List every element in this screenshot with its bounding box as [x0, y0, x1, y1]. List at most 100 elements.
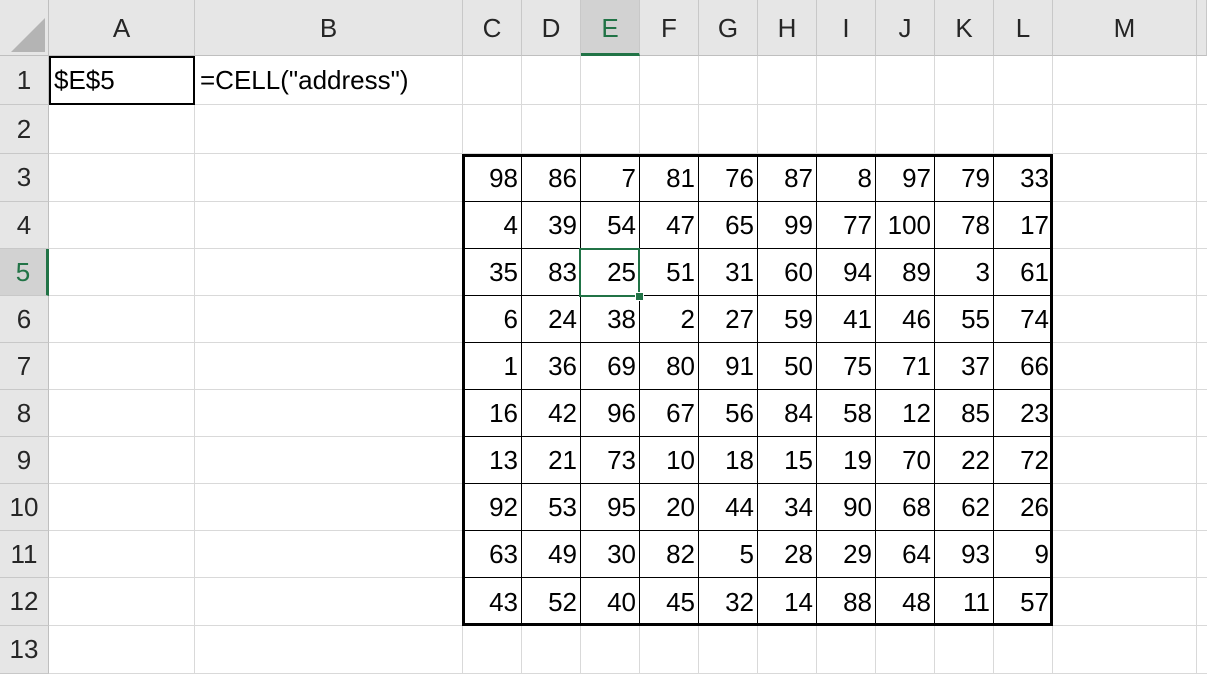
- cell-c5[interactable]: 35: [463, 249, 522, 296]
- cell-g12[interactable]: 32: [699, 578, 758, 626]
- cell-i4[interactable]: 77: [817, 202, 876, 249]
- column-header-b[interactable]: B: [195, 0, 463, 56]
- cell-g9[interactable]: 18: [699, 437, 758, 484]
- cell-e4[interactable]: 54: [581, 202, 640, 249]
- column-header-d[interactable]: D: [522, 0, 581, 56]
- column-header-j[interactable]: J: [876, 0, 935, 56]
- row-header-1[interactable]: 1: [0, 56, 49, 105]
- cell-j11[interactable]: 64: [876, 531, 935, 578]
- cell-e10[interactable]: 95: [581, 484, 640, 531]
- cell-i10[interactable]: 90: [817, 484, 876, 531]
- cell-l5[interactable]: 61: [994, 249, 1053, 296]
- cell-i12[interactable]: 88: [817, 578, 876, 626]
- cell-c7[interactable]: 1: [463, 343, 522, 390]
- cell-l9[interactable]: 72: [994, 437, 1053, 484]
- cell-i9[interactable]: 19: [817, 437, 876, 484]
- column-header-h[interactable]: H: [758, 0, 817, 56]
- cell-d4[interactable]: 39: [522, 202, 581, 249]
- cell-k3[interactable]: 79: [935, 154, 994, 202]
- cell-g5[interactable]: 31: [699, 249, 758, 296]
- cell-i8[interactable]: 58: [817, 390, 876, 437]
- cell-d5[interactable]: 83: [522, 249, 581, 296]
- column-header-f[interactable]: F: [640, 0, 699, 56]
- cell-i3[interactable]: 8: [817, 154, 876, 202]
- cell-c4[interactable]: 4: [463, 202, 522, 249]
- cell-k6[interactable]: 55: [935, 296, 994, 343]
- column-header-g[interactable]: G: [699, 0, 758, 56]
- cell-l7[interactable]: 66: [994, 343, 1053, 390]
- cell-c3[interactable]: 98: [463, 154, 522, 202]
- cell-c12[interactable]: 43: [463, 578, 522, 626]
- cell-f11[interactable]: 82: [640, 531, 699, 578]
- select-all-button[interactable]: [0, 0, 49, 56]
- cell-c8[interactable]: 16: [463, 390, 522, 437]
- cell-h3[interactable]: 87: [758, 154, 817, 202]
- cell-e5[interactable]: 25: [581, 249, 640, 296]
- cell-e6[interactable]: 38: [581, 296, 640, 343]
- cell-h8[interactable]: 84: [758, 390, 817, 437]
- cell-d12[interactable]: 52: [522, 578, 581, 626]
- cell-a1[interactable]: $E$5: [49, 56, 195, 105]
- cell-j6[interactable]: 46: [876, 296, 935, 343]
- cell-k11[interactable]: 93: [935, 531, 994, 578]
- row-header-12[interactable]: 12: [0, 578, 49, 626]
- cell-f3[interactable]: 81: [640, 154, 699, 202]
- cell-l3[interactable]: 33: [994, 154, 1053, 202]
- row-header-4[interactable]: 4: [0, 202, 49, 249]
- cell-e3[interactable]: 7: [581, 154, 640, 202]
- cell-c6[interactable]: 6: [463, 296, 522, 343]
- cell-j10[interactable]: 68: [876, 484, 935, 531]
- cell-e11[interactable]: 30: [581, 531, 640, 578]
- cell-c10[interactable]: 92: [463, 484, 522, 531]
- cell-l11[interactable]: 9: [994, 531, 1053, 578]
- cell-g8[interactable]: 56: [699, 390, 758, 437]
- cell-k4[interactable]: 78: [935, 202, 994, 249]
- column-header-k[interactable]: K: [935, 0, 994, 56]
- cell-f5[interactable]: 51: [640, 249, 699, 296]
- cell-b1[interactable]: =CELL("address"): [195, 56, 463, 105]
- cell-l6[interactable]: 74: [994, 296, 1053, 343]
- cell-j8[interactable]: 12: [876, 390, 935, 437]
- column-header-i[interactable]: I: [817, 0, 876, 56]
- cell-f12[interactable]: 45: [640, 578, 699, 626]
- cell-f4[interactable]: 47: [640, 202, 699, 249]
- column-header-m[interactable]: M: [1053, 0, 1197, 56]
- row-header-2[interactable]: 2: [0, 105, 49, 154]
- column-header-c[interactable]: C: [463, 0, 522, 56]
- cell-j9[interactable]: 70: [876, 437, 935, 484]
- cell-e9[interactable]: 73: [581, 437, 640, 484]
- cell-i6[interactable]: 41: [817, 296, 876, 343]
- cell-g10[interactable]: 44: [699, 484, 758, 531]
- cell-h4[interactable]: 99: [758, 202, 817, 249]
- cell-g4[interactable]: 65: [699, 202, 758, 249]
- cell-h10[interactable]: 34: [758, 484, 817, 531]
- cell-k7[interactable]: 37: [935, 343, 994, 390]
- cell-e8[interactable]: 96: [581, 390, 640, 437]
- cell-c11[interactable]: 63: [463, 531, 522, 578]
- cell-h6[interactable]: 59: [758, 296, 817, 343]
- row-header-9[interactable]: 9: [0, 437, 49, 484]
- column-header-a[interactable]: A: [49, 0, 195, 56]
- cell-j4[interactable]: 100: [876, 202, 935, 249]
- cell-k5[interactable]: 3: [935, 249, 994, 296]
- cell-d8[interactable]: 42: [522, 390, 581, 437]
- cell-h11[interactable]: 28: [758, 531, 817, 578]
- cell-i11[interactable]: 29: [817, 531, 876, 578]
- cell-f10[interactable]: 20: [640, 484, 699, 531]
- cell-f7[interactable]: 80: [640, 343, 699, 390]
- cell-d7[interactable]: 36: [522, 343, 581, 390]
- cell-h9[interactable]: 15: [758, 437, 817, 484]
- cell-j7[interactable]: 71: [876, 343, 935, 390]
- cell-d6[interactable]: 24: [522, 296, 581, 343]
- row-header-7[interactable]: 7: [0, 343, 49, 390]
- cell-k12[interactable]: 11: [935, 578, 994, 626]
- row-header-5[interactable]: 5: [0, 249, 49, 296]
- cell-j3[interactable]: 97: [876, 154, 935, 202]
- cell-k8[interactable]: 85: [935, 390, 994, 437]
- cell-j5[interactable]: 89: [876, 249, 935, 296]
- cell-d10[interactable]: 53: [522, 484, 581, 531]
- column-header-l[interactable]: L: [994, 0, 1053, 56]
- cell-f6[interactable]: 2: [640, 296, 699, 343]
- cell-l10[interactable]: 26: [994, 484, 1053, 531]
- fill-handle[interactable]: [635, 292, 644, 301]
